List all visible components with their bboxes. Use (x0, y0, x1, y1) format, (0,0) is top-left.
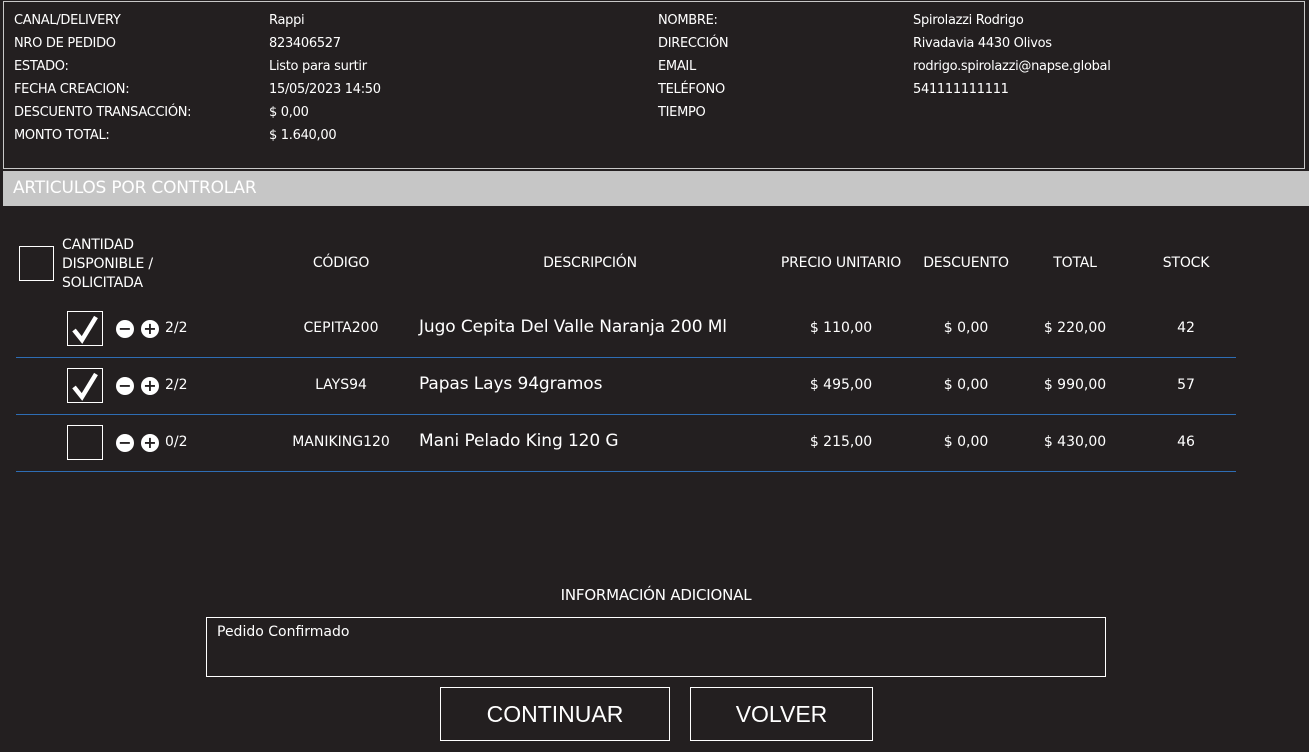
row-stock: 42 (1177, 320, 1195, 336)
plus-icon[interactable]: + (141, 434, 159, 452)
label-email: EMAIL (658, 59, 696, 74)
row-description: Papas Lays 94gramos (419, 374, 603, 394)
table-row: − + 2/2 CEPITA200 Jugo Cepita Del Valle … (16, 301, 1236, 358)
value-descuento: $ 0,00 (269, 105, 309, 120)
order-info-panel: CANAL/DELIVERY Rappi NRO DE PEDIDO 82340… (3, 1, 1305, 169)
value-monto-total: $ 1.640,00 (269, 128, 337, 143)
row-total: $ 990,00 (1043, 377, 1107, 393)
quantity-column-header: CANTIDAD DISPONIBLE / SOLICITADA (62, 236, 153, 293)
value-canal: Rappi (269, 13, 305, 28)
table-row: − + 2/2 LAYS94 Papas Lays 94gramos $ 495… (16, 358, 1236, 415)
description-column-header: DESCRIPCIÓN (543, 255, 637, 271)
row-unit-price: $ 215,00 (809, 434, 873, 450)
value-telefono: 541111111111 (913, 82, 1009, 97)
label-nro-pedido: NRO DE PEDIDO (14, 36, 116, 51)
row-quantity: 2/2 (165, 320, 188, 336)
table-row: − + 0/2 MANIKING120 Mani Pelado King 120… (16, 415, 1236, 472)
additional-info-field[interactable]: Pedido Confirmado (206, 617, 1106, 677)
value-nombre: Spirolazzi Rodrigo (913, 13, 1024, 28)
plus-icon[interactable]: + (141, 320, 159, 338)
row-discount: $ 0,00 (943, 377, 989, 393)
minus-icon[interactable]: − (116, 434, 134, 452)
minus-icon[interactable]: − (116, 377, 134, 395)
plus-icon[interactable]: + (141, 377, 159, 395)
value-fecha: 15/05/2023 14:50 (269, 82, 381, 97)
row-description: Jugo Cepita Del Valle Naranja 200 Ml (419, 317, 727, 337)
code-column-header: CÓDIGO (312, 255, 370, 271)
label-telefono: TELÉFONO (658, 82, 725, 97)
row-checkbox[interactable] (67, 368, 103, 403)
value-direccion: Rivadavia 4430 Olivos (913, 36, 1052, 51)
row-total: $ 220,00 (1043, 320, 1107, 336)
value-estado: Listo para surtir (269, 59, 367, 74)
select-all-checkbox[interactable] (19, 246, 54, 281)
label-direccion: DIRECCIÓN (658, 36, 729, 51)
label-descuento: DESCUENTO TRANSACCIÓN: (14, 105, 192, 120)
row-code: MANIKING120 (292, 434, 390, 450)
row-code: LAYS94 (315, 377, 367, 393)
value-nro-pedido: 823406527 (269, 36, 341, 51)
discount-column-header: DESCUENTO (923, 255, 1009, 271)
row-unit-price: $ 495,00 (809, 377, 873, 393)
total-column-header: TOTAL (1053, 255, 1097, 271)
quantity-header-line1: CANTIDAD (62, 237, 134, 253)
back-button[interactable]: VOLVER (690, 687, 873, 741)
row-quantity: 2/2 (165, 377, 188, 393)
row-checkbox[interactable] (67, 311, 103, 346)
label-fecha: FECHA CREACION: (14, 82, 130, 97)
check-icon (72, 372, 98, 401)
continue-button[interactable]: CONTINUAR (440, 687, 670, 741)
label-monto-total: MONTO TOTAL: (14, 128, 110, 143)
quantity-header-line3: SOLICITADA (62, 275, 143, 291)
stock-column-header: STOCK (1162, 255, 1210, 271)
row-stock: 57 (1177, 377, 1195, 393)
row-stock: 46 (1177, 434, 1195, 450)
section-title-bar: ARTICULOS POR CONTROLAR (3, 171, 1309, 206)
row-discount: $ 0,00 (943, 320, 989, 336)
row-code: CEPITA200 (303, 320, 379, 336)
label-estado: ESTADO: (14, 59, 69, 74)
label-canal: CANAL/DELIVERY (14, 13, 121, 28)
row-unit-price: $ 110,00 (809, 320, 873, 336)
row-quantity: 0/2 (165, 434, 188, 450)
check-icon (72, 315, 98, 344)
row-total: $ 430,00 (1043, 434, 1107, 450)
row-description: Mani Pelado King 120 G (419, 431, 619, 451)
value-email: rodrigo.spirolazzi@napse.global (913, 59, 1111, 74)
additional-info-title: INFORMACIÓN ADICIONAL (560, 586, 752, 604)
row-checkbox[interactable] (67, 425, 103, 460)
minus-icon[interactable]: − (116, 320, 134, 338)
row-discount: $ 0,00 (943, 434, 989, 450)
unit-price-column-header: PRECIO UNITARIO (780, 255, 902, 271)
label-tiempo: TIEMPO (658, 105, 706, 120)
label-nombre: NOMBRE: (658, 13, 718, 28)
quantity-header-line2: DISPONIBLE / (62, 256, 153, 272)
